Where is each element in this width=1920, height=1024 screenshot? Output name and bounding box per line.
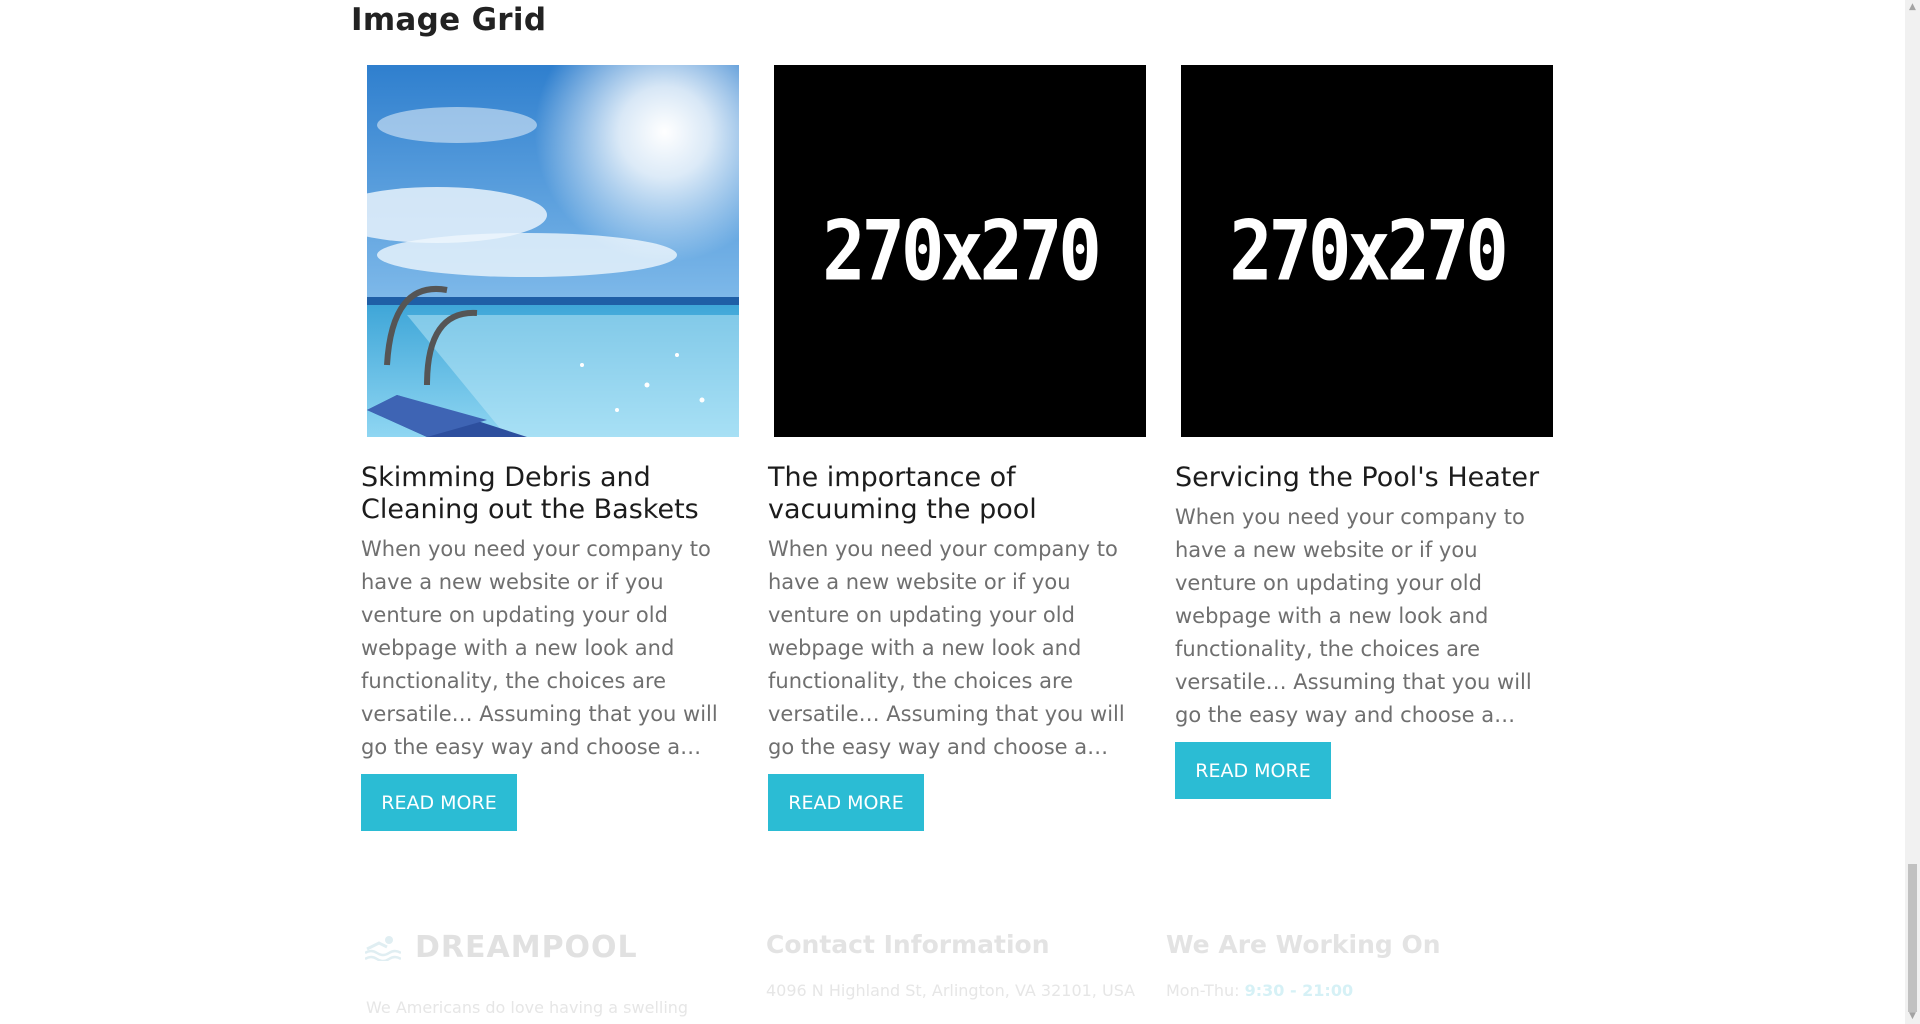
footer-address: 4096 N Highland St, Arlington, VA 32101,… <box>766 981 1136 1000</box>
placeholder-label: 270x270 <box>822 202 1101 300</box>
section-title: Image Grid <box>351 2 547 38</box>
card-excerpt: When you need your company to have a new… <box>361 537 718 759</box>
pool-photo[interactable] <box>367 65 739 437</box>
card-title[interactable]: Servicing the Pool's Heater <box>1175 462 1555 494</box>
footer-description: We Americans do love having a swelling <box>366 998 689 1017</box>
footer-hours: We Are Working On Mon-Thu: 9:30 - 21:00 <box>1166 930 1441 1000</box>
hours-heading: We Are Working On <box>1166 930 1441 959</box>
read-more-button[interactable]: READ MORE <box>361 774 517 831</box>
card-excerpt: When you need your company to have a new… <box>1175 505 1532 727</box>
placeholder-label: 270x270 <box>1229 202 1508 300</box>
footer-brand: DREAMPOOL <box>415 930 638 965</box>
placeholder-image[interactable]: 270x270 <box>774 65 1146 437</box>
read-more-button[interactable]: READ MORE <box>1175 742 1331 799</box>
page: Image Grid Skimming Debris and Cleaning … <box>0 0 1920 1024</box>
hours-days: Mon-Thu: <box>1166 981 1240 1000</box>
read-more-button[interactable]: READ MORE <box>768 774 924 831</box>
blog-card: 270x270 Servicing the Pool's Heater When… <box>1175 65 1555 799</box>
card-excerpt: When you need your company to have a new… <box>768 537 1125 759</box>
placeholder-image[interactable]: 270x270 <box>1181 65 1553 437</box>
contact-heading: Contact Information <box>766 930 1050 959</box>
scroll-up-icon[interactable]: ▲ <box>1905 0 1920 15</box>
scroll-down-icon[interactable]: ▼ <box>1905 1009 1920 1024</box>
blog-card: Skimming Debris and Cleaning out the Bas… <box>361 65 741 831</box>
pool-image <box>367 65 739 437</box>
blog-card: 270x270 The importance of vacuuming the … <box>768 65 1148 831</box>
card-title[interactable]: Skimming Debris and Cleaning out the Bas… <box>361 462 741 526</box>
site-footer: DREAMPOOL We Americans do love having a … <box>0 862 1905 1024</box>
swimmer-icon <box>365 935 401 961</box>
card-title[interactable]: The importance of vacuuming the pool <box>768 462 1148 526</box>
footer-contact: Contact Information 4096 N Highland St, … <box>766 930 1135 1000</box>
footer-logo[interactable]: DREAMPOOL <box>365 930 638 965</box>
hours-line: Mon-Thu: 9:30 - 21:00 <box>1166 981 1441 1000</box>
hours-time: 9:30 - 21:00 <box>1244 981 1354 1000</box>
scrollbar[interactable]: ▲ ▼ <box>1905 0 1920 1024</box>
scroll-thumb[interactable] <box>1908 864 1917 1012</box>
